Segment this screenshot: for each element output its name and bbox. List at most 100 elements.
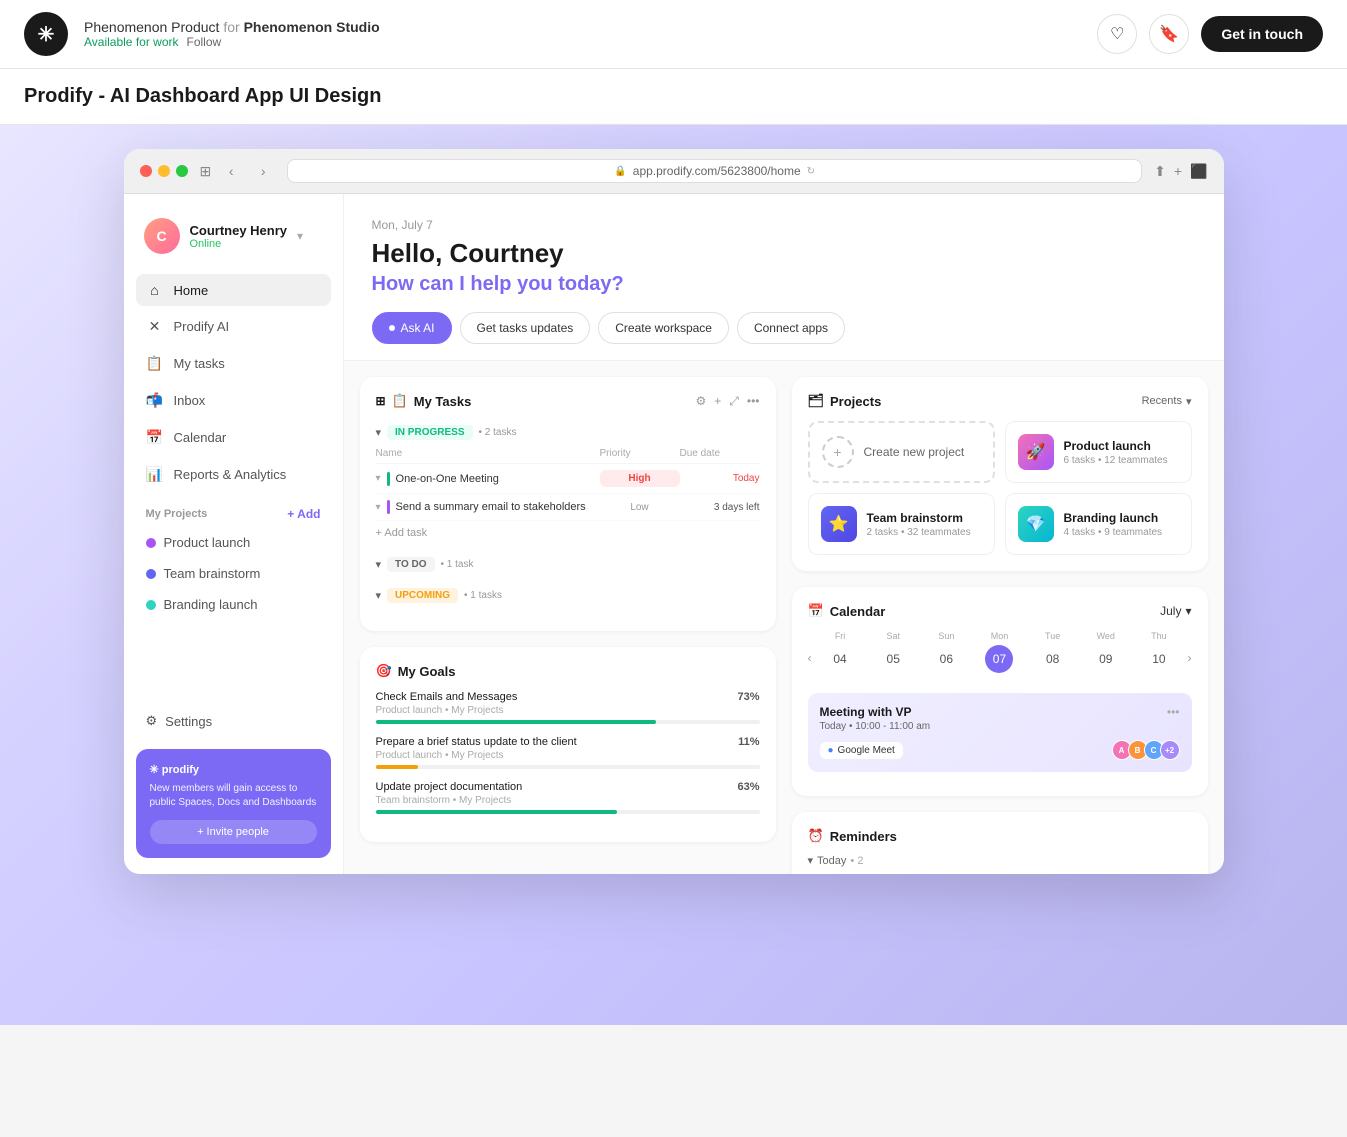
meeting-time: Today • 10:00 - 11:00 am <box>820 721 931 732</box>
sidebar-item-settings[interactable]: ⚙ Settings <box>136 705 331 737</box>
cal-day-mon-today: Mon 07 <box>975 631 1024 673</box>
browser-nav: ⊞ ‹ › <box>200 159 276 183</box>
sidebar-project-team-brainstorm[interactable]: Team brainstorm <box>136 560 331 587</box>
sidebar-item-reports[interactable]: 📊 Reports & Analytics <box>136 458 331 491</box>
project-dot-indigo <box>146 569 156 579</box>
browser-dot-green[interactable] <box>176 165 188 177</box>
share-icon[interactable]: ⬆ <box>1154 163 1166 180</box>
calendar-days: Fri 04 Sat 05 Sun 06 <box>816 631 1184 673</box>
browser-address-bar[interactable]: 🔒 app.prodify.com/5623800/home ↻ <box>287 159 1142 183</box>
ask-ai-button[interactable]: Ask AI <box>372 312 452 344</box>
task-name-1: ▾ One-on-One Meeting <box>376 472 600 486</box>
greeting-sub: How can I help you today? <box>372 273 1196 296</box>
cal-prev-button[interactable]: ‹ <box>808 651 812 665</box>
calendar-title: 📅 Calendar <box>808 603 886 619</box>
calendar-icon-small: 📅 <box>808 603 824 619</box>
meeting-title: Meeting with VP <box>820 705 931 719</box>
project-card-product-launch[interactable]: 🚀 Product launch 6 tasks • 12 teammates <box>1005 421 1192 483</box>
goal-item-2: Prepare a brief status update to the cli… <box>376 736 760 769</box>
goal-pct-2: 11% <box>738 736 759 748</box>
project-card-branding-launch[interactable]: 💎 Branding launch 4 tasks • 9 teammates <box>1005 493 1192 555</box>
cal-day-sun: Sun 06 <box>922 631 971 673</box>
tasks-upcoming-section: ▾ UPCOMING • 1 tasks <box>376 584 760 607</box>
month-selector[interactable]: July ▾ <box>1160 604 1191 618</box>
my-projects-section: My Projects + Add <box>136 495 331 525</box>
create-new-project-card[interactable]: + Create new project <box>808 421 995 483</box>
sidebar-project-branding-launch[interactable]: Branding launch <box>136 591 331 618</box>
tasks-add-icon[interactable]: + <box>714 394 721 409</box>
sidebar-item-calendar[interactable]: 📅 Calendar <box>136 421 331 454</box>
goal-header-1: Check Emails and Messages 73% <box>376 691 760 703</box>
tasks-expand-icon[interactable]: ⤢ <box>729 394 739 409</box>
priority-badge-low: Low <box>600 502 680 513</box>
like-button[interactable]: ♡ <box>1097 14 1137 54</box>
sidebar-item-home[interactable]: ⌂ Home <box>136 274 331 306</box>
sidebar-item-inbox[interactable]: 📬 Inbox <box>136 384 331 417</box>
project-info-3: Branding launch 4 tasks • 9 teammates <box>1064 511 1163 538</box>
month-chevron-icon: ▾ <box>1185 604 1191 618</box>
sidebar-toggle-icon[interactable]: ⊞ <box>200 163 212 180</box>
upcoming-badge: UPCOMING <box>387 588 458 603</box>
goal-header-2: Prepare a brief status update to the cli… <box>376 736 760 748</box>
task-color-bar-2 <box>387 500 390 514</box>
new-tab-icon[interactable]: + <box>1174 163 1182 180</box>
project-card-team-brainstorm[interactable]: ⭐ Team brainstorm 2 tasks • 32 teammates <box>808 493 995 555</box>
upcoming-header[interactable]: ▾ UPCOMING • 1 tasks <box>376 584 760 607</box>
priority-badge-high: High <box>600 470 680 487</box>
get-tasks-updates-button[interactable]: Get tasks updates <box>460 312 591 344</box>
greeting: Hello, Courtney <box>372 238 1196 269</box>
top-bar: ✳ Phenomenon Product for Phenomenon Stud… <box>0 0 1347 69</box>
nav-back-button[interactable]: ‹ <box>219 159 243 183</box>
follow-link[interactable]: Follow <box>187 35 222 49</box>
app-layout: C Courtney Henry Online ▾ ⌂ Home ✕ Prodi… <box>124 194 1224 874</box>
tabs-icon[interactable]: ⬛ <box>1190 163 1207 180</box>
add-project-button[interactable]: + Add <box>287 507 320 521</box>
table-row: ▾ Send a summary email to stakeholders L… <box>376 494 760 521</box>
get-in-touch-button[interactable]: Get in touch <box>1201 16 1323 52</box>
sidebar-item-my-tasks[interactable]: 📋 My tasks <box>136 347 331 380</box>
invite-people-button[interactable]: + Invite people <box>150 820 317 844</box>
calendar-icon: 📅 <box>146 429 164 446</box>
ai-icon: ✕ <box>146 318 164 335</box>
todo-badge: TO DO <box>387 557 434 572</box>
calendar-header: 📅 Calendar July ▾ <box>808 603 1192 619</box>
promo-text: New members will gain access to public S… <box>150 782 317 810</box>
nav-forward-button[interactable]: › <box>251 159 275 183</box>
reminders-icon: ⏰ <box>808 828 824 844</box>
cal-day-sat: Sat 05 <box>869 631 918 673</box>
inbox-icon: 📬 <box>146 392 164 409</box>
calendar-nav: ‹ Fri 04 Sat 05 <box>808 631 1192 685</box>
sidebar-project-product-launch[interactable]: Product launch <box>136 529 331 556</box>
bookmark-button[interactable]: 🔖 <box>1149 14 1189 54</box>
author-sub: Available for work Follow <box>84 35 1081 49</box>
proj-name-1: Product launch <box>1064 439 1168 453</box>
ai-dot <box>389 325 395 331</box>
in-progress-header[interactable]: ▾ IN PROGRESS • 2 tasks <box>376 421 760 444</box>
upcoming-count: • 1 tasks <box>464 590 502 601</box>
author-title: Phenomenon Product for Phenomenon Studio <box>84 19 1081 35</box>
tasks-settings-icon[interactable]: ⚙ <box>696 394 707 409</box>
goal-pct-1: 73% <box>737 691 759 703</box>
todo-header[interactable]: ▾ TO DO • 1 task <box>376 553 760 576</box>
expand-icon-today[interactable]: ▾ <box>808 854 814 867</box>
sidebar-item-prodify-ai[interactable]: ✕ Prodify AI <box>136 310 331 343</box>
task-table-header: Name Priority Due date <box>376 444 760 464</box>
browser-dot-yellow[interactable] <box>158 165 170 177</box>
cal-next-button[interactable]: › <box>1188 651 1192 665</box>
tasks-card-header: ⊞ 📋 My Tasks ⚙ + ⤢ ••• <box>376 393 760 409</box>
recents-filter[interactable]: Recents ▾ <box>1142 395 1192 408</box>
create-workspace-button[interactable]: Create workspace <box>598 312 729 344</box>
meeting-more-icon[interactable]: ••• <box>1167 705 1180 719</box>
goal-header-3: Update project documentation 63% <box>376 781 760 793</box>
browser-dot-red[interactable] <box>140 165 152 177</box>
projects-title: 🗂 Projects <box>808 393 882 409</box>
reports-icon: 📊 <box>146 466 164 483</box>
goals-header: 🎯 My Goals <box>376 663 760 679</box>
project-card-content-3: 💎 Branding launch 4 tasks • 9 teammates <box>1018 506 1179 542</box>
connect-apps-button[interactable]: Connect apps <box>737 312 845 344</box>
chevron-down-icon: ▾ <box>297 229 303 243</box>
add-task-button[interactable]: + Add task <box>376 521 760 545</box>
tasks-more-icon[interactable]: ••• <box>747 394 760 409</box>
sidebar-user[interactable]: C Courtney Henry Online ▾ <box>136 210 331 262</box>
tasks-todo-section: ▾ TO DO • 1 task <box>376 553 760 576</box>
